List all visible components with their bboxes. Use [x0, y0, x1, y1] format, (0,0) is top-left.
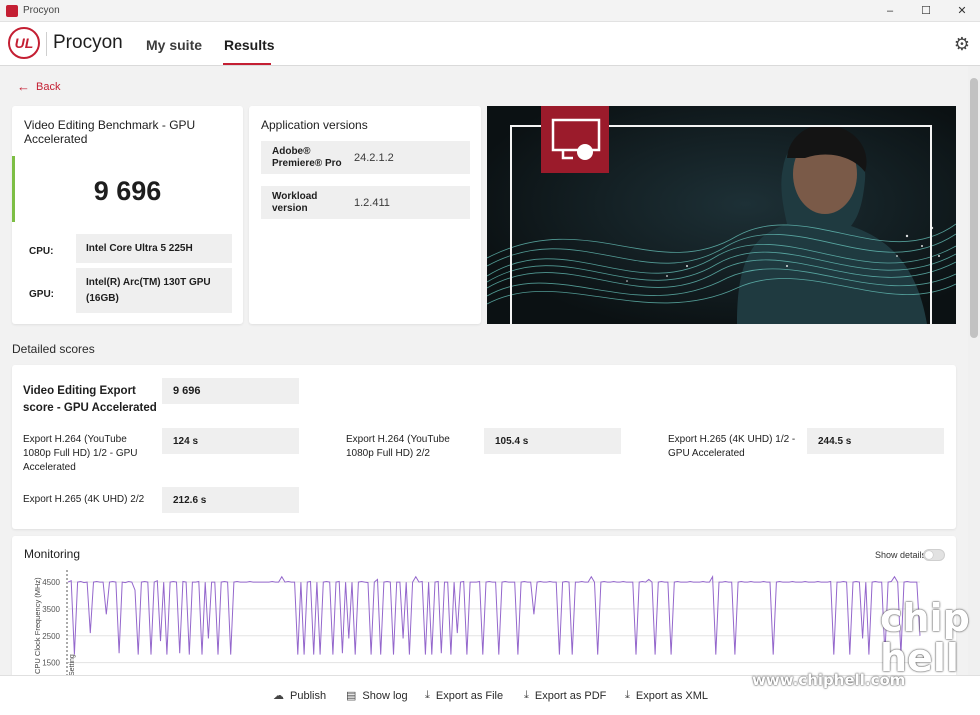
benchmark-hero-image — [487, 106, 956, 324]
version-row: Adobe® Premiere® Pro 24.2.1.2 — [261, 141, 470, 174]
monitoring-title: Monitoring — [24, 547, 81, 561]
window-title: Procyon — [23, 5, 60, 16]
download-icon: ⤓ — [625, 689, 630, 701]
phase-marker-label: Setting — [69, 654, 76, 676]
video-editing-icon — [541, 106, 609, 173]
minimize-button[interactable]: – — [872, 0, 908, 22]
score-item-label: Export H.264 (YouTube 1080p Full HD) 2/2 — [346, 434, 450, 459]
score-item-label: Export H.265 (4K UHD) 1/2 - GPU Accelera… — [668, 434, 796, 459]
download-icon: ⤓ — [524, 689, 529, 701]
ul-logo: UL — [8, 27, 40, 59]
gear-icon[interactable]: ⚙ — [954, 34, 970, 55]
arrow-left-icon: ← — [17, 79, 30, 94]
close-button[interactable]: ✕ — [944, 0, 980, 22]
y-axis-label: CPU Clock Frequency (MHz) — [33, 577, 42, 674]
detailed-scores-card: Video Editing Export score - GPU Acceler… — [12, 365, 956, 529]
main-score-label: Video Editing Export score - GPU Acceler… — [23, 385, 157, 414]
cpu-frequency-chart: 1500 2500 3500 4500CPU Clock Frequency (MHz… — [33, 570, 921, 676]
publish-icon: ☁ — [273, 690, 284, 702]
export-file-button[interactable]: ⤓ Export as File — [425, 689, 503, 702]
score-item-value: 244.5 s — [807, 428, 944, 454]
maximize-button[interactable]: ☐ — [908, 0, 944, 22]
score-card: Video Editing Benchmark - GPU Accelerate… — [12, 106, 243, 324]
version-row: Workload version 1.2.411 — [261, 186, 470, 219]
show-details-toggle[interactable] — [923, 549, 945, 561]
log-icon: ▤ — [346, 690, 357, 702]
show-log-label: Show log — [362, 689, 408, 702]
main-score-value: 9 696 — [162, 378, 299, 404]
monitoring-card: Monitoring Show details 1500 2500 3500 4500… — [12, 536, 956, 686]
app-header: UL Procyon My suite Results ⚙ — [0, 22, 980, 66]
score-item-value: 124 s — [162, 428, 299, 454]
toggle-knob — [925, 551, 933, 559]
show-details-label: Show details — [874, 550, 926, 560]
export-xml-label: Export as XML — [635, 689, 709, 702]
score-item-value: 212.6 s — [162, 487, 299, 513]
publish-button[interactable]: ☁ Publish — [273, 689, 327, 703]
download-icon: ⤓ — [425, 689, 430, 701]
app-icon — [6, 4, 18, 17]
publish-label: Publish — [290, 689, 327, 702]
version-name: Adobe® Premiere® Pro — [272, 145, 342, 169]
series-line — [67, 574, 921, 655]
benchmark-title: Video Editing Benchmark - GPU Accelerate… — [24, 118, 196, 146]
y-tick-label: 2500 — [42, 632, 60, 641]
version-value: 1.2.411 — [354, 196, 390, 209]
export-pdf-label: Export as PDF — [534, 689, 607, 702]
y-tick-label: 3500 — [42, 605, 60, 614]
back-label: Back — [36, 80, 61, 93]
app-name: Procyon — [53, 32, 123, 53]
cpu-value: Intel Core Ultra 5 225H — [76, 234, 232, 263]
overall-score: 9 696 — [93, 176, 162, 206]
window-controls: – ☐ ✕ — [872, 0, 980, 22]
y-tick-label: 4500 — [42, 578, 60, 587]
application-versions-card: Application versions Adobe® Premiere® Pr… — [249, 106, 481, 324]
ul-logo-text: UL — [14, 35, 34, 51]
gpu-label: GPU: — [29, 289, 54, 300]
cpu-label: CPU: — [29, 246, 54, 257]
version-name: Workload version — [272, 190, 318, 214]
score-item-value: 105.4 s — [484, 428, 621, 454]
scrollbar-thumb[interactable] — [970, 78, 978, 338]
detailed-scores-title: Detailed scores — [12, 342, 95, 356]
show-log-button[interactable]: ▤ Show log — [346, 689, 408, 703]
export-pdf-button[interactable]: ⤓ Export as PDF — [524, 689, 606, 702]
back-link[interactable]: ← Back — [17, 79, 60, 94]
logo-divider — [46, 32, 47, 56]
version-value: 24.2.1.2 — [354, 151, 394, 164]
gpu-value: Intel(R) Arc(TM) 130T GPU (16GB) — [76, 268, 232, 313]
watermark-logo: chip hell — [880, 596, 970, 680]
versions-title: Application versions — [261, 118, 368, 132]
tab-my-suite[interactable]: My suite — [146, 37, 202, 53]
export-file-label: Export as File — [435, 689, 504, 702]
score-item-label: Export H.264 (YouTube 1080p Full HD) 1/2… — [23, 434, 138, 473]
window-titlebar: Procyon – ☐ ✕ — [0, 0, 980, 22]
active-tab-indicator — [223, 63, 271, 65]
tab-results[interactable]: Results — [224, 37, 275, 53]
export-xml-button[interactable]: ⤓ Export as XML — [625, 689, 708, 702]
y-tick-label: 1500 — [42, 659, 60, 668]
score-item-label: Export H.265 (4K UHD) 2/2 — [23, 494, 145, 505]
